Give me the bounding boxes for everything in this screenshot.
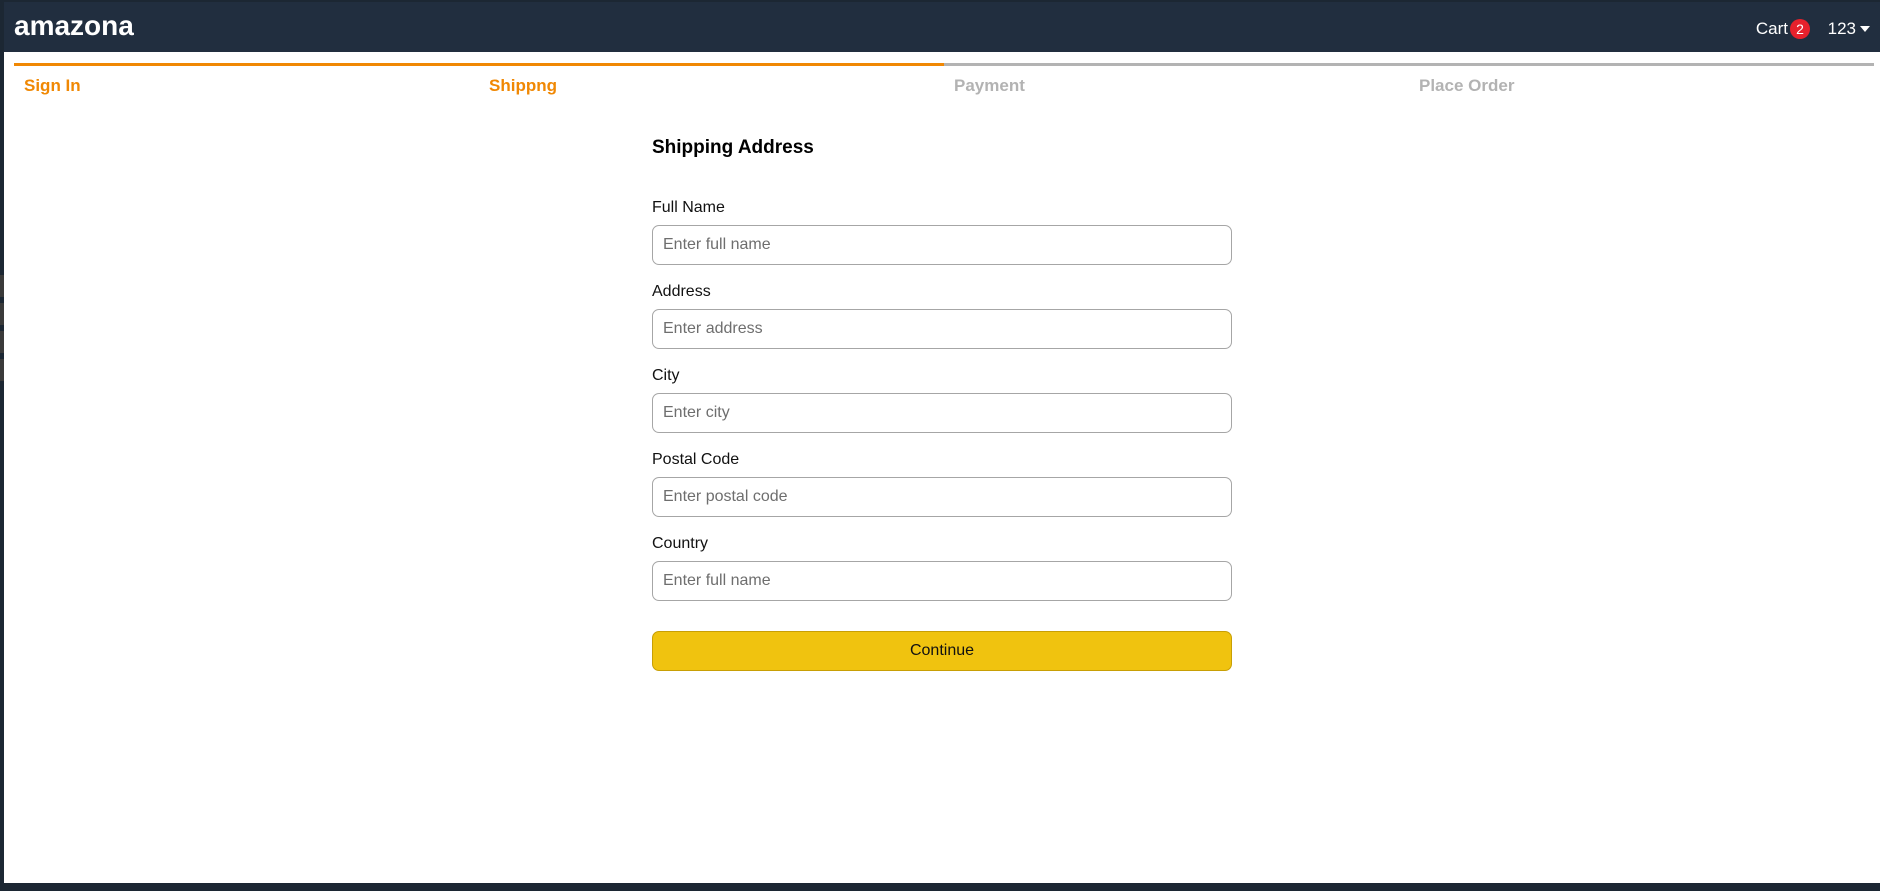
continue-button[interactable]: Continue [652,631,1232,671]
full-name-field-group: Full Name [652,199,1232,265]
step-label: Shippng [489,76,557,95]
country-label: Country [652,535,709,552]
full-name-input[interactable] [652,225,1232,265]
country-field-group: Country [652,535,1232,601]
postal-code-field-group: Postal Code [652,451,1232,517]
step-place-order: Place Order [1409,63,1874,99]
address-label: Address [652,283,711,300]
navbar: amazona Cart 2 123 [4,2,1880,52]
city-field-group: City [652,367,1232,433]
step-label: Sign In [24,76,81,95]
step-label: Place Order [1419,76,1515,95]
form-title: Shipping Address [652,137,814,158]
page-frame: amazona Cart 2 123 Sign In Shippng Payme… [4,2,1880,883]
brand-logo-link[interactable]: amazona [14,11,134,41]
step-label: Payment [954,76,1025,95]
cart-link[interactable]: Cart 2 [1756,19,1810,39]
cart-label: Cart [1755,19,1788,38]
step-sign-in: Sign In [14,63,479,99]
step-payment: Payment [944,63,1409,99]
full-name-label: Full Name [652,199,725,216]
address-field-group: Address [652,283,1232,349]
chevron-down-icon [1860,26,1870,32]
postal-code-input[interactable] [652,477,1232,517]
city-label: City [652,367,680,384]
checkout-steps: Sign In Shippng Payment Place Order [14,63,1874,99]
cart-count-badge: 2 [1790,19,1810,39]
user-menu-dropdown[interactable]: 123 [1828,19,1870,39]
step-shipping: Shippng [479,63,944,99]
shipping-address-form: Shipping Address Full Name Address City … [652,132,1232,671]
postal-code-label: Postal Code [652,451,740,468]
country-input[interactable] [652,561,1232,601]
address-input[interactable] [652,309,1232,349]
city-input[interactable] [652,393,1232,433]
user-name: 123 [1827,19,1856,38]
